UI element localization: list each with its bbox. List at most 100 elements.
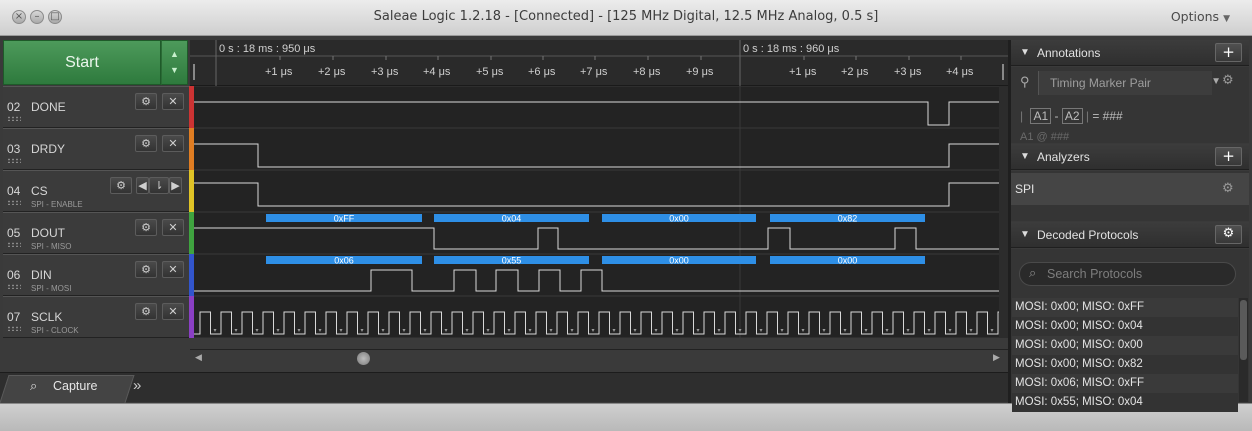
horizontal-scrollbar[interactable]: ◀ ▶ <box>190 349 1008 366</box>
channel-name[interactable]: DIN <box>31 268 52 282</box>
scroll-right-icon[interactable]: ▶ <box>993 352 1000 363</box>
clock-edge-marker <box>696 329 700 332</box>
close-icon[interactable]: ✕ <box>162 135 184 152</box>
gear-icon[interactable]: ⚙ <box>135 261 157 278</box>
options-menu[interactable]: Options ▼ <box>1171 9 1230 24</box>
clock-edge-marker <box>759 329 763 332</box>
channel-name[interactable]: DONE <box>31 100 66 114</box>
decoded-row[interactable]: MOSI: 0x00; MISO: 0xFF <box>1012 298 1238 317</box>
search-icon: ⌕ <box>1029 266 1037 281</box>
annotation-a1-at: A1 @ ### <box>1020 131 1070 143</box>
chevron-down-icon: ▼ <box>1211 76 1221 87</box>
ruler-tick-label: +5 μs <box>476 66 504 78</box>
scroll-left-icon[interactable]: ◀ <box>195 352 202 363</box>
gear-icon[interactable]: ⚙ <box>135 93 157 110</box>
decoded-row[interactable]: MOSI: 0x00; MISO: 0x04 <box>1012 317 1238 336</box>
decoded-byte-label: 0x00 <box>838 256 858 266</box>
gear-icon[interactable]: ⚙ <box>110 177 132 194</box>
add-annotation-button[interactable]: + <box>1215 43 1242 62</box>
close-icon[interactable]: ✕ <box>162 93 184 110</box>
clock-edge-marker <box>318 329 322 332</box>
clock-edge-marker <box>213 329 217 332</box>
annotations-header[interactable]: ▼ Annotations + <box>1011 40 1249 66</box>
clock-edge-marker <box>591 329 595 332</box>
decoded-byte-label: 0x82 <box>838 214 858 224</box>
gear-icon[interactable]: ⚙ <box>1222 73 1234 88</box>
ruler-time-right: 0 s : 18 ms : 960 μs <box>743 43 840 55</box>
search-protocols-input[interactable]: ⌕ Search Protocols <box>1019 262 1236 286</box>
a1-chip[interactable]: A1 <box>1030 108 1052 124</box>
a2-chip[interactable]: A2 <box>1061 108 1083 124</box>
collapse-triangle-icon[interactable]: ▼ <box>1020 47 1030 58</box>
channel-name[interactable]: CS <box>31 184 48 198</box>
clock-edge-marker <box>570 329 574 332</box>
waveform-area[interactable]: 0xFF 0x04 0x00 0x82 0x06 0x55 0x00 0x00 <box>194 86 999 338</box>
tab-capture[interactable]: Capture <box>53 379 97 393</box>
panel-splitter[interactable] <box>1008 40 1011 403</box>
drag-handle-icon[interactable] <box>7 242 21 247</box>
marker-select[interactable]: Timing Marker Pair ▼ <box>1038 71 1221 95</box>
channel-row[interactable]: 04 CS SPI - ENABLE ⚙ ◀ ⇂ ▶ <box>3 170 189 212</box>
scroll-thumb[interactable] <box>357 352 370 365</box>
signal-trace <box>194 182 999 207</box>
clock-edge-marker <box>360 329 364 332</box>
add-analyzer-button[interactable]: + <box>1215 147 1242 166</box>
gear-icon[interactable]: ⚙ <box>135 303 157 320</box>
ruler-tick-label: +4 μs <box>946 66 974 78</box>
decoded-protocols-header[interactable]: ▼ Decoded Protocols ⚙ <box>1011 222 1249 248</box>
close-icon[interactable]: ✕ <box>162 303 184 320</box>
clock-edge-marker <box>843 329 847 332</box>
decoded-byte-label: 0x00 <box>669 214 689 224</box>
collapse-triangle-icon[interactable]: ▼ <box>1020 151 1030 162</box>
gear-icon[interactable]: ⚙ <box>1222 181 1234 196</box>
channel-name[interactable]: SCLK <box>31 310 62 324</box>
clock-edge-marker <box>633 329 637 332</box>
magnifier-icon: ⌕ <box>30 379 38 394</box>
ruler-tick-label: +3 μs <box>894 66 922 78</box>
channel-row[interactable]: 03 DRDY ⚙ ✕ <box>3 128 189 170</box>
decoded-row[interactable]: MOSI: 0x06; MISO: 0xFF <box>1012 374 1238 393</box>
clock-edge-marker <box>486 329 490 332</box>
channel-row[interactable]: 05 DOUT SPI - MISO ⚙ ✕ <box>3 212 189 254</box>
channel-name[interactable]: DOUT <box>31 226 65 240</box>
channel-name[interactable]: DRDY <box>31 142 65 156</box>
channel-row[interactable]: 06 DIN SPI - MOSI ⚙ ✕ <box>3 254 189 296</box>
edge-icon[interactable]: ⇂ <box>149 177 169 194</box>
decoded-row[interactable]: MOSI: 0x55; MISO: 0x04 <box>1012 393 1238 412</box>
gear-icon[interactable]: ⚙ <box>135 219 157 236</box>
start-options-button[interactable]: ▲ ▼ <box>161 40 188 85</box>
analyzers-header[interactable]: ▼ Analyzers + <box>1011 144 1249 170</box>
drag-handle-icon[interactable] <box>7 284 21 289</box>
prev-edge-icon[interactable]: ◀ <box>136 177 149 194</box>
drag-handle-icon[interactable] <box>7 158 21 163</box>
analyzer-item[interactable]: SPI ⚙ <box>1011 173 1249 205</box>
drag-handle-icon[interactable] <box>7 326 21 331</box>
search-placeholder: Search Protocols <box>1047 267 1143 281</box>
channel-number: 04 <box>7 184 21 198</box>
channel-number: 03 <box>7 142 21 156</box>
decoded-scroll-thumb[interactable] <box>1240 300 1247 360</box>
clock-edge-marker <box>654 329 658 332</box>
gear-icon[interactable]: ⚙ <box>135 135 157 152</box>
next-edge-icon[interactable]: ▶ <box>169 177 182 194</box>
time-ruler[interactable]: 0 s : 18 ms : 950 μs 0 s : 18 ms : 960 μ… <box>190 40 1008 86</box>
collapse-triangle-icon[interactable]: ▼ <box>1020 229 1030 240</box>
channel-row[interactable]: 07 SCLK SPI - CLOCK ⚙ ✕ <box>3 296 189 338</box>
decoded-scrollbar[interactable] <box>1239 298 1248 402</box>
drag-handle-icon[interactable] <box>7 116 21 121</box>
formula-result: = ### <box>1092 109 1123 123</box>
close-icon[interactable]: ✕ <box>162 219 184 236</box>
clock-edge-marker <box>297 329 301 332</box>
start-button[interactable]: Start <box>3 40 161 85</box>
clock-edge-marker <box>528 329 532 332</box>
drag-handle-icon[interactable] <box>7 200 21 205</box>
decoded-row[interactable]: MOSI: 0x00; MISO: 0x82 <box>1012 355 1238 374</box>
decoded-settings-button[interactable]: ⚙ <box>1215 225 1242 244</box>
channel-row[interactable]: 02 DONE ⚙ ✕ <box>3 86 189 128</box>
close-icon[interactable]: ✕ <box>162 261 184 278</box>
clock-edge-marker <box>234 329 238 332</box>
gear-icon: ⚙ <box>1222 226 1235 241</box>
more-tabs-button[interactable]: » <box>133 377 141 394</box>
decoded-byte-label: 0x06 <box>334 256 354 266</box>
decoded-row[interactable]: MOSI: 0x00; MISO: 0x00 <box>1012 336 1238 355</box>
